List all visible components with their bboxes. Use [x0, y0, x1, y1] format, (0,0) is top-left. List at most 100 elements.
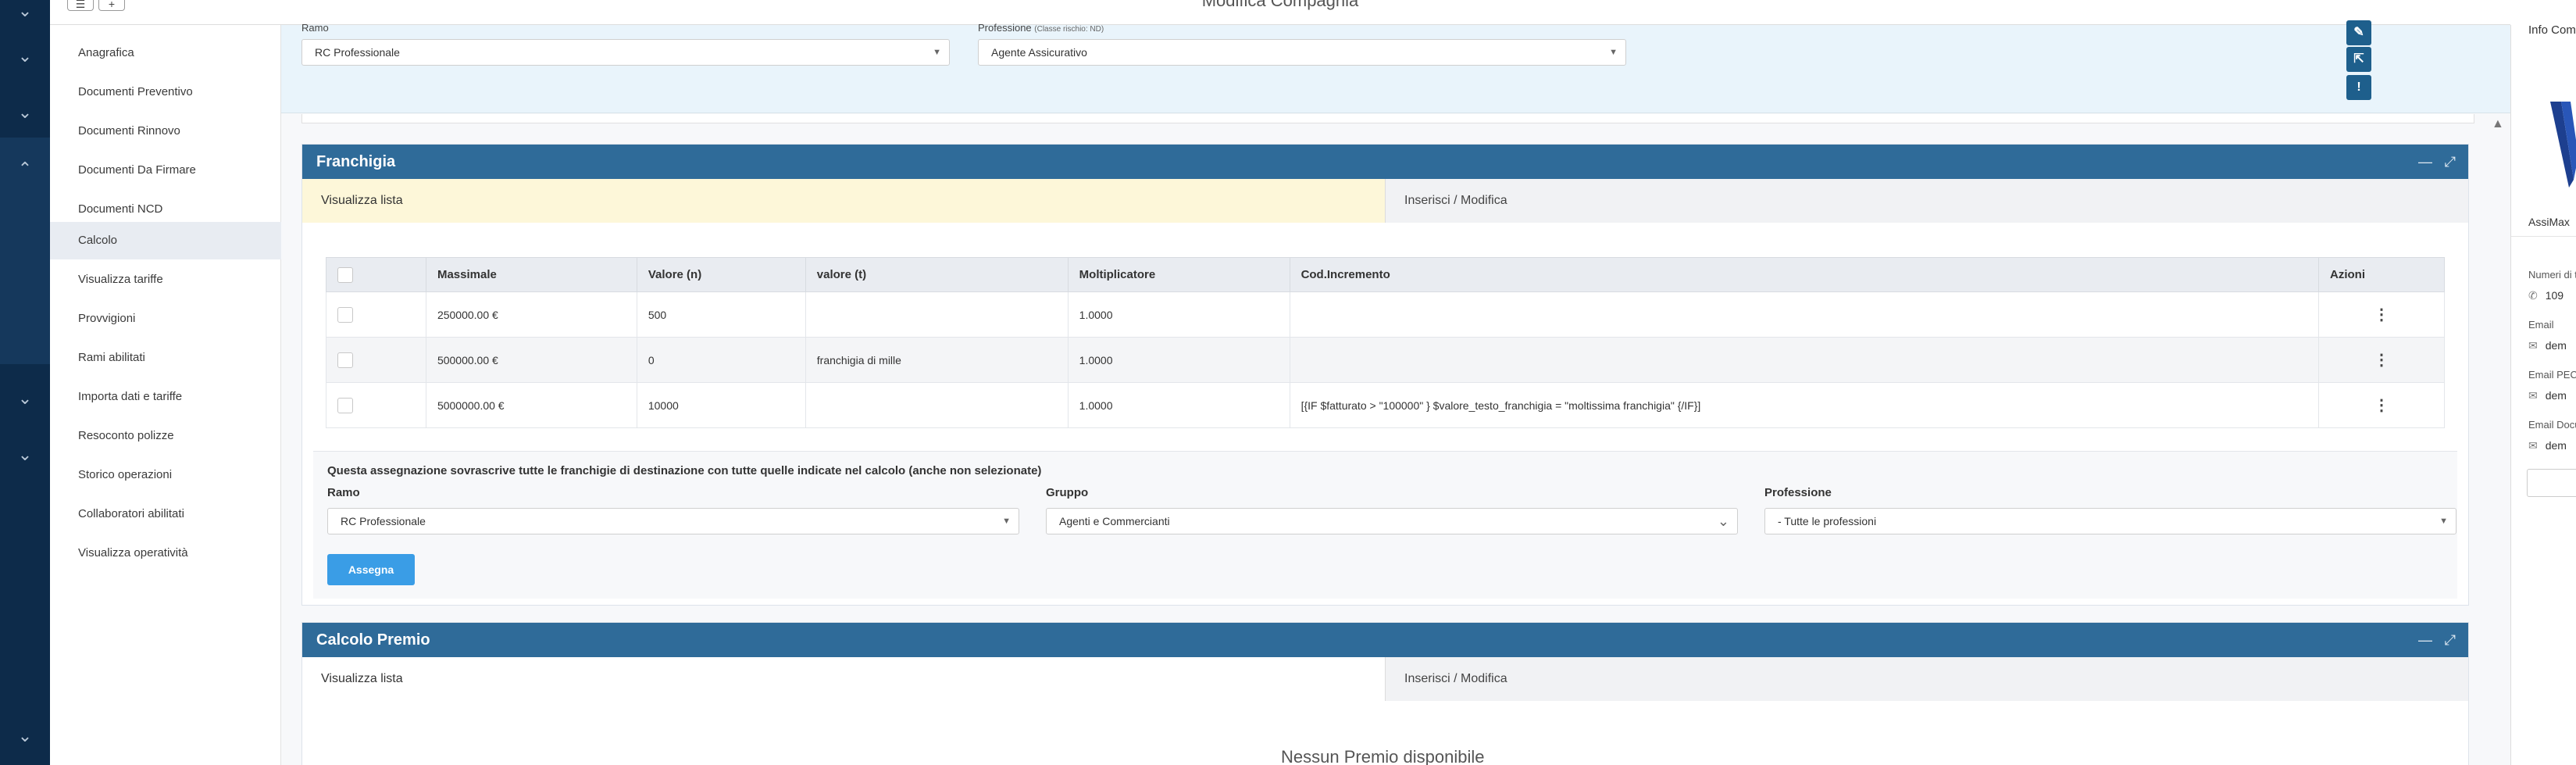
moltiplicatore-cell: 1.0000: [1067, 291, 1290, 338]
minimize-icon[interactable]: —: [2418, 623, 2432, 657]
company-logo: [2550, 102, 2576, 188]
more-vertical-icon[interactable]: ⋮: [2319, 350, 2444, 370]
company-name: AssiMax: [2528, 216, 2570, 228]
assign-professione-select[interactable]: - Tutte le professioni ▼: [1764, 508, 2456, 534]
ramo-select-value: RC Professionale: [315, 46, 400, 59]
phone-value-text: 109: [2545, 289, 2564, 302]
column-header[interactable]: Valore (n): [636, 257, 806, 292]
row-checkbox[interactable]: [337, 306, 353, 323]
mail-icon: ✉: [2528, 439, 2538, 452]
expand-icon[interactable]: ⤢: [2445, 145, 2456, 179]
massimale-cell: 250000.00 €: [425, 291, 637, 338]
chevron-down-icon[interactable]: ⌄: [17, 390, 33, 407]
assign-note: Questa assegnazione sovrascrive tutte le…: [327, 464, 1042, 477]
collapsed-section-bar: [301, 114, 2474, 123]
tab-inserisci-modifica[interactable]: Inserisci / Modifica: [1385, 657, 2468, 701]
caret-down-icon: ▼: [1002, 517, 1011, 526]
mail-icon: ✉: [2528, 339, 2538, 352]
professione-label-text: Professione: [978, 22, 1032, 34]
email-value: ✉ dem: [2528, 339, 2567, 352]
chevron-down-icon[interactable]: ⌄: [17, 446, 33, 463]
valore-t-cell: [805, 382, 1069, 428]
professione-hint: (Classe rischio: ND): [1034, 25, 1104, 34]
chevron-up-icon[interactable]: ⌃: [17, 160, 33, 177]
main-content: Ramo RC Professionale ▼ Professione (Cla…: [281, 20, 2510, 765]
franchigia-panel: Franchigia — ⤢ Visualizza lista Inserisc…: [301, 144, 2469, 606]
table-row: 500000.00 € 0 franchigia di mille 1.0000…: [326, 337, 2445, 383]
sidebar-item-documenti-rinnovo[interactable]: Documenti Rinnovo: [50, 113, 281, 150]
phone-icon: ✆: [2528, 289, 2538, 302]
assign-ramo-select[interactable]: RC Professionale ▼: [327, 508, 1019, 534]
calcolo-premio-panel: Calcolo Premio — ⤢ Visualizza lista Inse…: [301, 622, 2469, 765]
info-panel: Info Compagnia AssiMax Numeri di telefon…: [2510, 23, 2576, 765]
chevron-down-icon[interactable]: ⌄: [17, 104, 33, 121]
sidebar-item-visualizza-tariffe[interactable]: Visualizza tariffe: [50, 261, 281, 298]
table-row: 5000000.00 € 10000 1.0000 [{IF $fatturat…: [326, 382, 2445, 428]
column-header[interactable]: Massimale: [425, 257, 637, 292]
sidebar-item-visualizza-operativita[interactable]: Visualizza operatività: [50, 534, 281, 572]
sidebar-item-anagrafica[interactable]: Anagrafica: [50, 34, 281, 72]
phone-value: ✆ 109: [2528, 289, 2564, 302]
franchigia-panel-header: Franchigia — ⤢: [302, 145, 2468, 179]
empty-state-text: Nessun Premio disponibile: [1281, 747, 1485, 765]
pec-value-text: dem: [2545, 389, 2567, 402]
tab-visualizza-lista[interactable]: Visualizza lista: [302, 179, 1385, 223]
row-checkbox[interactable]: [337, 397, 353, 413]
info-panel-input[interactable]: [2527, 469, 2576, 497]
select-all-checkbox[interactable]: [337, 266, 353, 283]
sidebar-item-provvigioni[interactable]: Provvigioni: [50, 300, 281, 338]
sidebar-item-storico-operazioni[interactable]: Storico operazioni: [50, 456, 281, 494]
actions-cell: ⋮: [2318, 291, 2445, 338]
sidebar-item-calcolo[interactable]: Calcolo: [50, 222, 281, 259]
assegna-button[interactable]: Assegna: [327, 554, 415, 585]
tab-inserisci-modifica[interactable]: Inserisci / Modifica: [1385, 179, 2468, 223]
minimize-icon[interactable]: —: [2418, 145, 2432, 179]
valore-n-cell: 500: [636, 291, 806, 338]
chevron-down-icon[interactable]: ⌄: [17, 48, 33, 65]
sidebar-item-importa-dati[interactable]: Importa dati e tariffe: [50, 378, 281, 416]
more-vertical-icon[interactable]: ⋮: [2319, 395, 2444, 415]
tab-visualizza-lista[interactable]: Visualizza lista: [302, 657, 1385, 701]
phone-label: Numeri di telefono: [2528, 269, 2576, 281]
assign-gruppo-select[interactable]: Agenti e Commercianti ⌄: [1046, 508, 1738, 534]
sidebar-item-documenti-da-firmare[interactable]: Documenti Da Firmare: [50, 152, 281, 189]
assign-ramo-value: RC Professionale: [341, 515, 426, 527]
assign-section: Questa assegnazione sovrascrive tutte le…: [313, 451, 2457, 599]
column-header[interactable]: Moltiplicatore: [1067, 257, 1290, 292]
valore-n-cell: 10000: [636, 382, 806, 428]
doc-email-value-text: dem: [2545, 439, 2567, 452]
professione-select-value: Agente Assicurativo: [991, 46, 1087, 59]
chevron-down-icon[interactable]: ⌄: [17, 2, 33, 20]
sidebar-item-resoconto-polizze[interactable]: Resoconto polizze: [50, 417, 281, 455]
cod-incremento-cell: [1289, 337, 2320, 383]
row-checkbox[interactable]: [337, 352, 353, 368]
column-header[interactable]: valore (t): [805, 257, 1069, 292]
column-header[interactable]: Cod.Incremento: [1289, 257, 2320, 292]
row-select-cell: [326, 337, 426, 383]
left-rail: ⌄ ⌄ ⌄ ⌃ ⌄ ⌄ ⌄: [0, 0, 50, 765]
valore-t-cell: franchigia di mille: [805, 337, 1069, 383]
edit-icon[interactable]: ✎: [2346, 20, 2371, 45]
page-title: Modifica Compagnia: [1201, 0, 1359, 10]
massimale-cell: 5000000.00 €: [425, 382, 637, 428]
assign-gruppo-label: Gruppo: [1046, 486, 1089, 499]
sidebar-item-collaboratori-abilitati[interactable]: Collaboratori abilitati: [50, 495, 281, 533]
professione-select[interactable]: Agente Assicurativo ▼: [978, 39, 1626, 66]
filter-strip: Ramo RC Professionale ▼ Professione (Cla…: [281, 20, 2510, 113]
doc-email-value: ✉ dem: [2528, 439, 2567, 452]
divider: [2511, 236, 2576, 237]
email-label: Email: [2528, 319, 2554, 331]
sidebar-item-documenti-preventivo[interactable]: Documenti Preventivo: [50, 73, 281, 111]
chevron-down-icon[interactable]: ⌄: [17, 727, 33, 745]
assign-ramo-label: Ramo: [327, 486, 360, 499]
massimale-cell: 500000.00 €: [425, 337, 637, 383]
more-vertical-icon[interactable]: ⋮: [2319, 305, 2444, 324]
moltiplicatore-cell: 1.0000: [1067, 337, 1290, 383]
scroll-up-icon[interactable]: ▲: [2492, 117, 2504, 131]
external-link-icon[interactable]: ⇱: [2346, 47, 2371, 72]
column-header: Azioni: [2318, 257, 2445, 292]
info-icon[interactable]: !: [2346, 75, 2371, 100]
expand-icon[interactable]: ⤢: [2445, 623, 2456, 657]
sidebar-item-rami-abilitati[interactable]: Rami abilitati: [50, 339, 281, 377]
ramo-select[interactable]: RC Professionale ▼: [301, 39, 950, 66]
